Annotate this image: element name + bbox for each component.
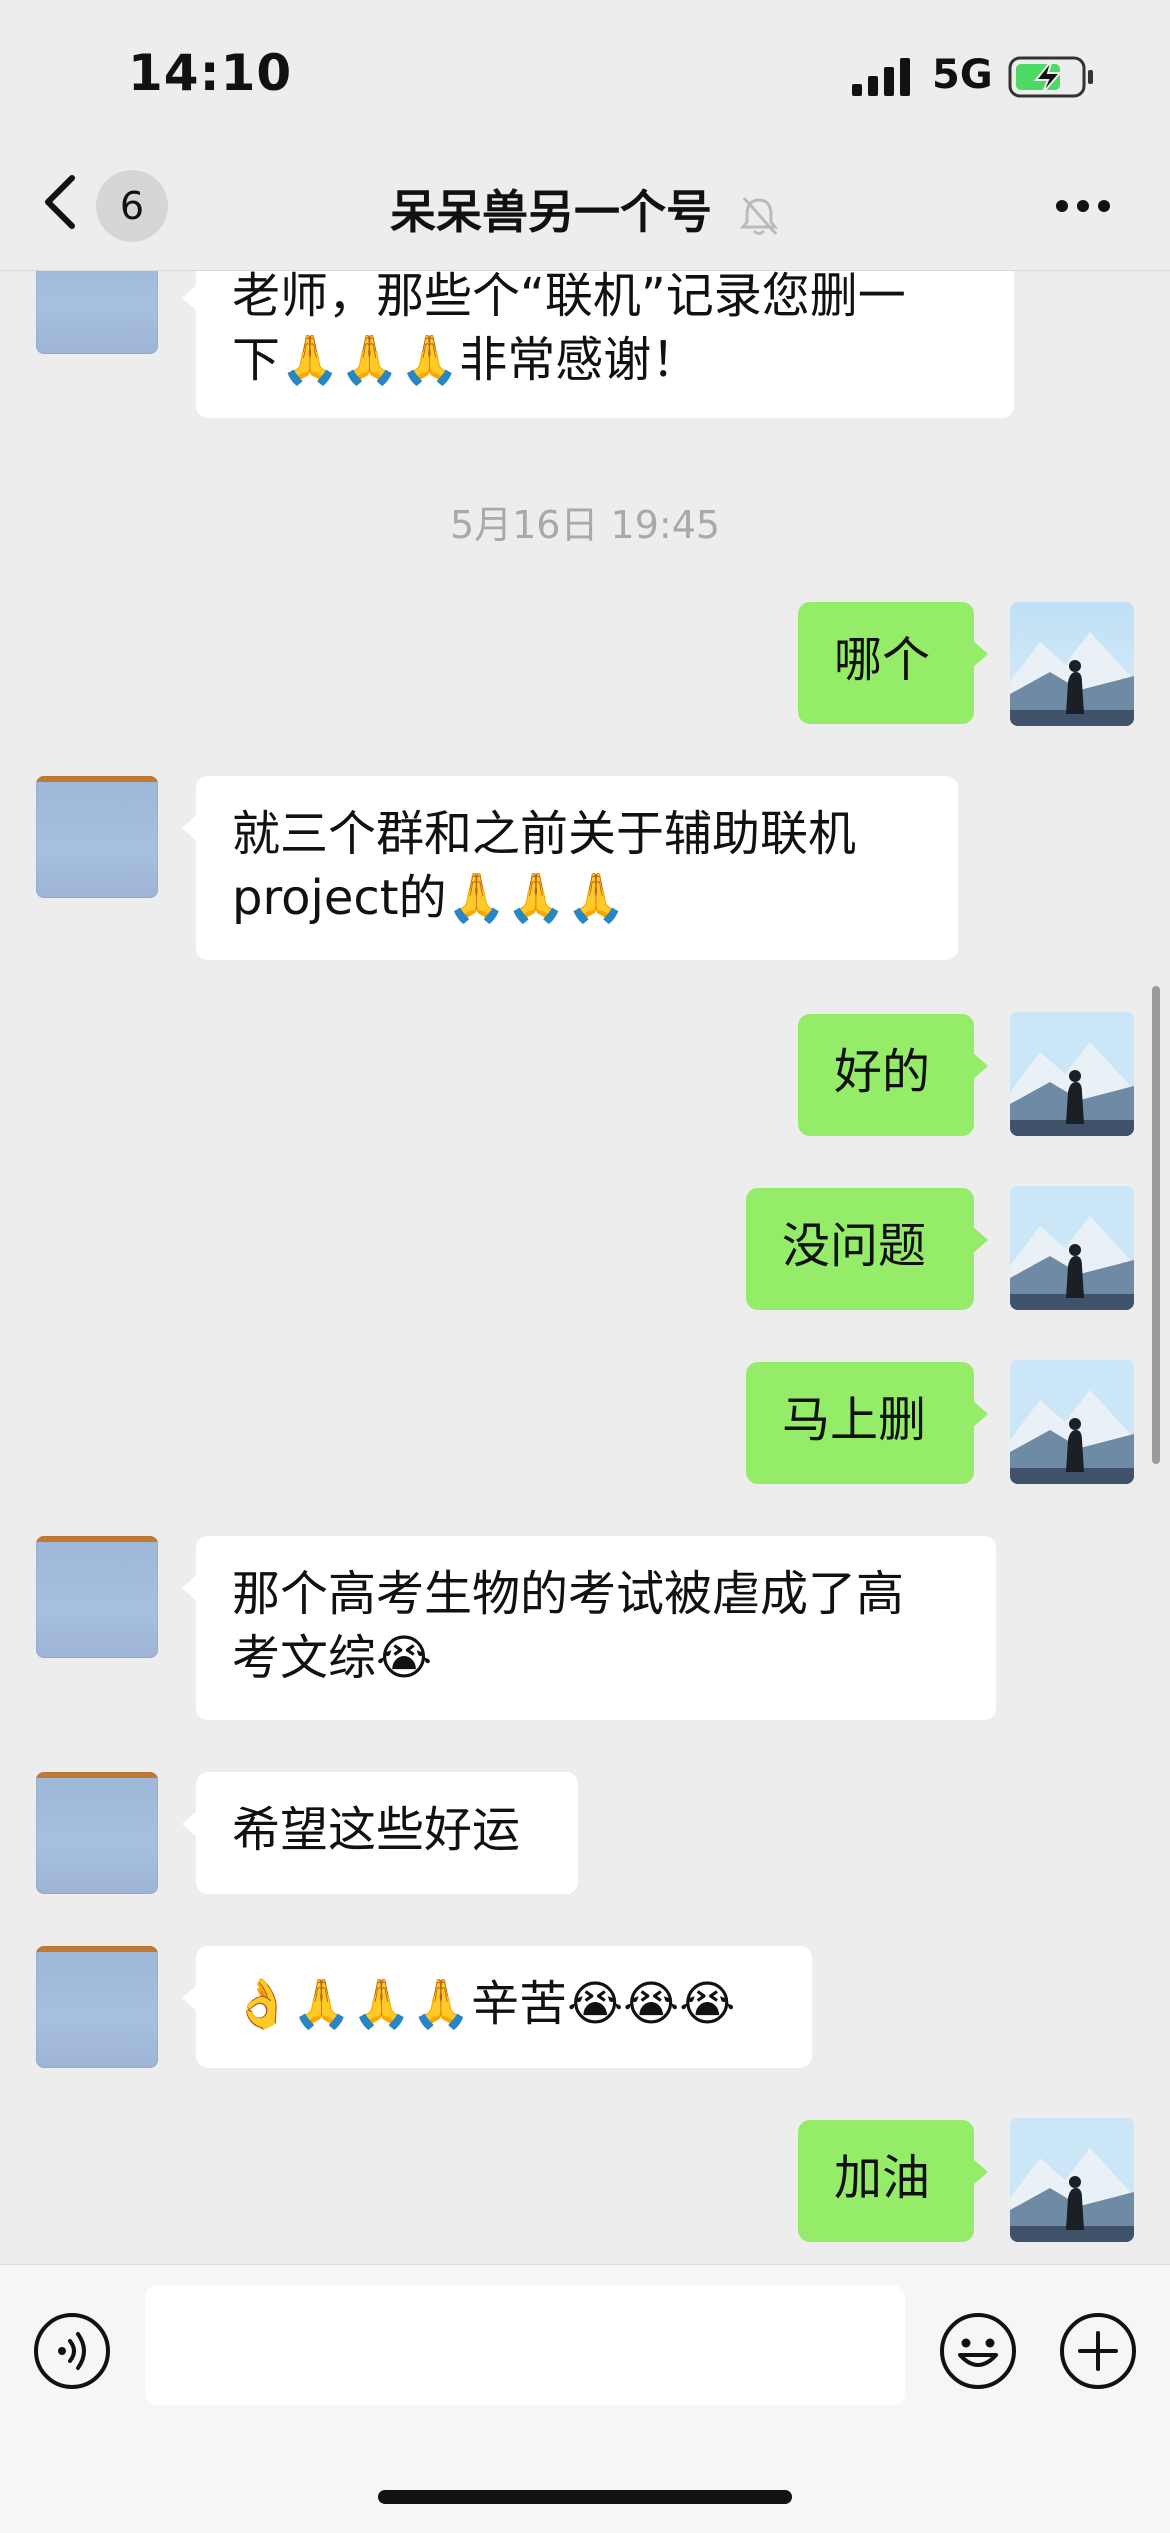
message-bubble[interactable]: 加油: [798, 2120, 988, 2242]
battery-charging-icon: [1008, 56, 1093, 98]
chat-timestamp: 5月16日 19:45: [449, 503, 721, 547]
mute-bell-icon: [739, 196, 779, 235]
message-text-line: 那个高考生物的考试被虐成了高: [232, 1566, 905, 1622]
my-avatar[interactable]: [1010, 1186, 1134, 1310]
message-bubble[interactable]: 老师，那些个“联机”记录您删一 下🙏🙏🙏非常感谢！: [182, 246, 1014, 418]
header: 14:10 5G 6 呆呆兽另一个号: [0, 0, 1170, 271]
chat-title: 呆呆兽另一个号: [0, 176, 1170, 242]
message-bubble[interactable]: 那个高考生物的考试被虐成了高 考文综😭: [182, 1536, 996, 1720]
home-indicator[interactable]: [378, 2490, 792, 2504]
contact-avatar[interactable]: [36, 1772, 158, 1894]
cellular-signal-icon: [852, 58, 910, 96]
message-text-line: project的🙏🙏🙏: [232, 870, 626, 926]
chat-title-text: 呆呆兽另一个号: [389, 185, 712, 239]
emoji-icon[interactable]: [938, 2311, 1018, 2391]
message-bubble[interactable]: 希望这些好运: [182, 1772, 578, 1894]
message-text-line: 老师，那些个“联机”记录您删一: [232, 268, 906, 324]
status-time: 14:10: [128, 44, 293, 102]
message-bubble[interactable]: 马上删: [746, 1362, 988, 1484]
network-type: 5G: [932, 52, 993, 98]
message-bubble[interactable]: 没问题: [746, 1188, 988, 1310]
my-avatar[interactable]: [1010, 602, 1134, 726]
contact-avatar[interactable]: [36, 776, 158, 898]
message-text-line: 下🙏🙏🙏非常感谢！: [232, 332, 700, 388]
message-bubble[interactable]: 好的: [798, 1014, 988, 1136]
message-bubble[interactable]: 哪个: [798, 602, 988, 724]
my-avatar[interactable]: [1010, 1012, 1134, 1136]
contact-avatar[interactable]: [36, 1946, 158, 2068]
plus-icon[interactable]: [1058, 2311, 1138, 2391]
message-text-line: 考文综😭: [232, 1630, 433, 1686]
message-text-line: 就三个群和之前关于辅助联机: [232, 806, 857, 862]
message-bubble[interactable]: 👌🙏🙏🙏辛苦😭😭😭: [182, 1946, 812, 2068]
message-input[interactable]: [145, 2285, 905, 2405]
voice-icon[interactable]: [32, 2311, 112, 2391]
my-avatar[interactable]: [1010, 1360, 1134, 1484]
message-bubble[interactable]: 就三个群和之前关于辅助联机 project的🙏🙏🙏: [182, 776, 958, 960]
more-options-icon[interactable]: [1054, 196, 1112, 216]
chat-scrollbar[interactable]: [1152, 986, 1160, 1464]
my-avatar[interactable]: [1010, 2118, 1134, 2242]
contact-avatar[interactable]: [36, 1536, 158, 1658]
